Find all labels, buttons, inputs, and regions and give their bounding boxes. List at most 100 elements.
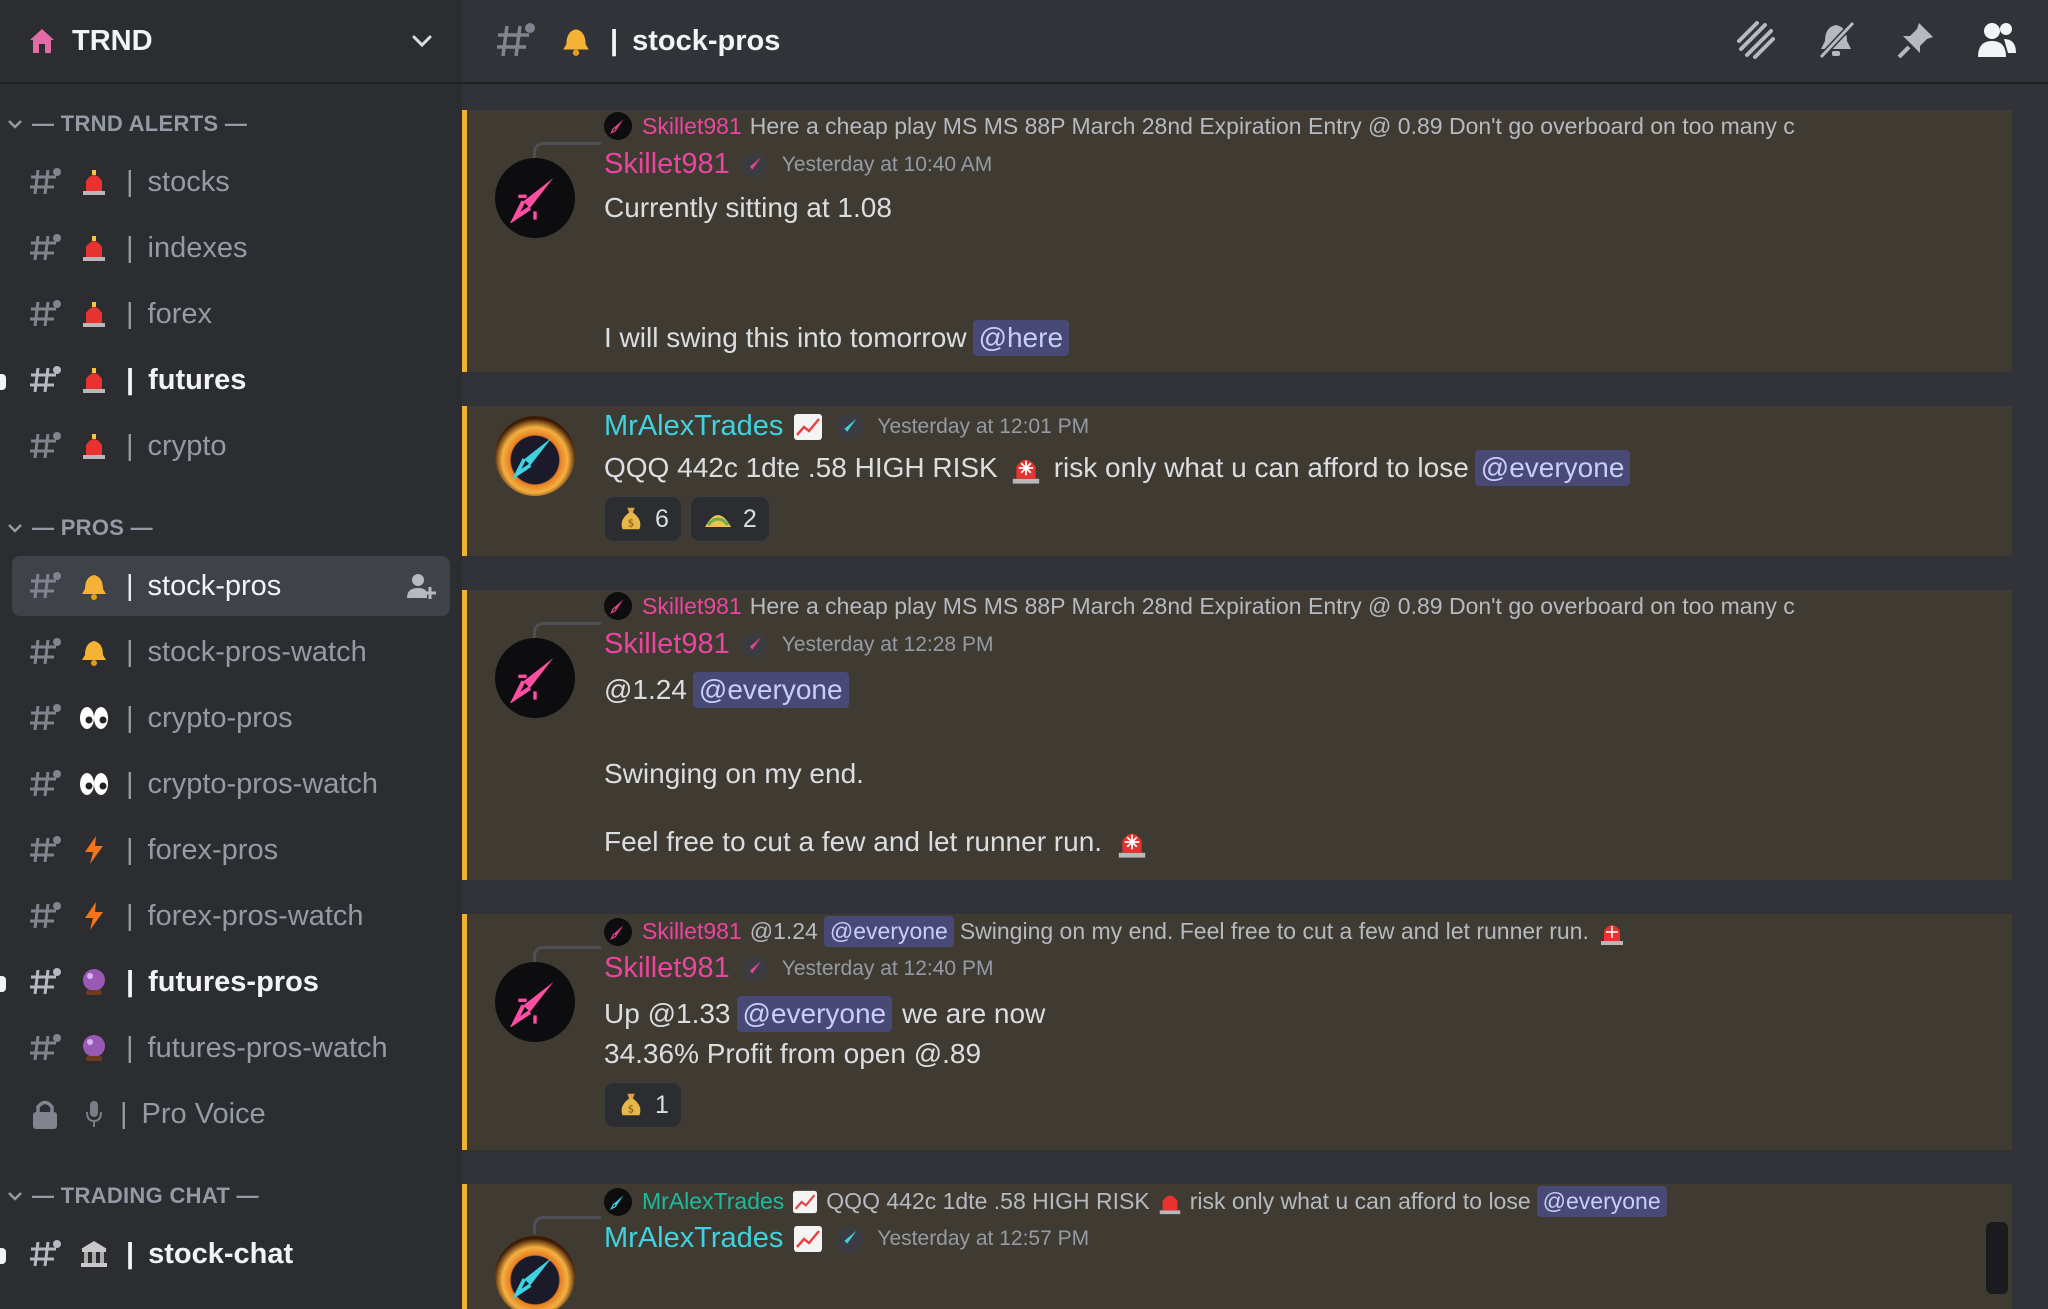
money-bag-icon: $ [617, 1091, 645, 1119]
siren-icon [76, 362, 112, 398]
hashtag-icon [30, 432, 61, 459]
lightning-icon [76, 832, 112, 868]
message-text: Swinging on my end. [604, 758, 864, 789]
reply-author[interactable]: MrAlexTrades [642, 1188, 784, 1215]
user-avatar[interactable] [495, 962, 575, 1042]
hashtag-icon [30, 234, 61, 261]
channel-stock-chat[interactable]: | stock-chat [0, 1224, 450, 1284]
reply-author[interactable]: Skillet981 [642, 593, 742, 620]
pin-icon[interactable] [1894, 18, 1938, 62]
author-name[interactable]: Skillet981 [604, 628, 730, 661]
author-name[interactable]: Skillet981 [604, 952, 730, 985]
reaction-money-bag[interactable]: $1 [604, 1082, 682, 1128]
channel-name: stock-pros [147, 569, 282, 602]
siren-icon [76, 230, 112, 266]
notification-mute-icon[interactable] [1814, 18, 1858, 62]
message-5[interactable]: MrAlexTrades QQQ 442c 1dte .58 HIGH RISK… [462, 1184, 2012, 1309]
mention-everyone[interactable]: @everyone [1536, 1186, 1667, 1217]
message-text: I will swing this into tomorrow @here [604, 320, 1070, 356]
scrollbar-thumb[interactable] [1986, 1222, 2008, 1294]
message-text: QQQ 442c 1dte .58 HIGH RISK risk only wh… [604, 450, 1631, 486]
channel-crypto-pros[interactable]: | crypto-pros [12, 688, 450, 748]
mention-everyone[interactable]: @everyone [823, 916, 954, 947]
hashtag-icon [30, 1240, 61, 1267]
mention-everyone[interactable]: @everyone [692, 672, 849, 708]
timestamp: Yesterday at 12:28 PM [781, 632, 994, 656]
siren-icon [1008, 450, 1044, 486]
rocket-avatar-icon [604, 112, 632, 140]
category-trading-chat[interactable]: — TRADING CHAT — [0, 1174, 462, 1218]
bell-icon [76, 634, 112, 670]
reply-preview[interactable]: MrAlexTrades QQQ 442c 1dte .58 HIGH RISK… [604, 1186, 1667, 1217]
user-avatar[interactable] [495, 416, 575, 496]
channel-forex[interactable]: | forex [12, 284, 450, 344]
hashtag-icon [30, 168, 61, 195]
author-name[interactable]: MrAlexTrades [604, 1222, 783, 1255]
message-3[interactable]: Skillet981 Here a cheap play MS MS 88P M… [462, 590, 2012, 880]
member-list-icon[interactable] [1974, 18, 2018, 62]
channel-name: futures-pros-watch [147, 1031, 388, 1064]
timestamp: Yesterday at 10:40 AM [781, 152, 993, 176]
reply-author[interactable]: Skillet981 [642, 113, 742, 140]
threads-icon[interactable] [1734, 18, 1778, 62]
chart-increasing-icon [792, 1190, 818, 1214]
channel-forex-pros-watch[interactable]: | forex-pros-watch [12, 886, 450, 946]
author-name[interactable]: MrAlexTrades [604, 410, 783, 443]
unread-indicator [0, 976, 6, 992]
unread-indicator [0, 374, 6, 390]
house-icon [26, 25, 58, 57]
user-avatar[interactable] [495, 158, 575, 238]
channel-forex-pros[interactable]: | forex-pros [12, 820, 450, 880]
channel-stock-pros[interactable]: | stock-pros [12, 556, 450, 616]
reply-author[interactable]: Skillet981 [642, 918, 742, 945]
chevron-down-icon[interactable] [408, 27, 436, 55]
reply-preview[interactable]: Skillet981 Here a cheap play MS MS 88P M… [604, 112, 1795, 140]
reaction-money-bag[interactable]: $6 [604, 496, 682, 542]
channel-name: indexes [147, 231, 248, 264]
message-header: Skillet981 Yesterday at 12:40 PM [604, 952, 993, 985]
channel-crypto[interactable]: | crypto [12, 416, 450, 476]
reaction-taco[interactable]: 2 [689, 496, 770, 542]
channel-futures-pros-watch[interactable]: | futures-pros-watch [12, 1018, 450, 1078]
reply-text: Here a cheap play MS MS 88P March 28nd E… [749, 592, 1795, 619]
timestamp: Yesterday at 12:57 PM [877, 1226, 1090, 1250]
user-avatar[interactable] [495, 638, 575, 718]
server-header[interactable]: TRND [0, 0, 462, 84]
reply-preview[interactable]: Skillet981 Here a cheap play MS MS 88P M… [604, 592, 1795, 620]
hashtag-icon [30, 968, 61, 995]
category-pros[interactable]: — PROS — [0, 506, 462, 550]
message-header: Skillet981 Yesterday at 12:28 PM [604, 628, 993, 661]
channel-indexes[interactable]: | indexes [12, 218, 450, 278]
reply-connector [533, 622, 601, 640]
category-label: — TRND ALERTS — [32, 111, 248, 136]
channel-crypto-pros-watch[interactable]: | crypto-pros-watch [12, 754, 450, 814]
reply-preview[interactable]: Skillet981 @1.24 @everyone Swinging on m… [604, 916, 1627, 947]
hashtag-icon [30, 902, 61, 929]
message-4[interactable]: Skillet981 @1.24 @everyone Swinging on m… [462, 914, 2012, 1150]
hashtag-icon [30, 1034, 61, 1061]
user-avatar[interactable] [495, 1236, 575, 1309]
reactions: $1 [604, 1082, 682, 1128]
taco-icon [703, 507, 733, 531]
lock-icon [33, 1100, 57, 1129]
add-member-icon[interactable] [406, 571, 436, 601]
rocket-avatar-icon [604, 592, 632, 620]
channel-sidebar: TRND — TRND ALERTS — | stocks | indexes … [0, 0, 462, 1309]
category-trnd-alerts[interactable]: — TRND ALERTS — [0, 102, 462, 146]
channel-name: forex-pros [147, 833, 279, 866]
chart-increasing-icon [793, 1224, 823, 1254]
message-text: Up @1.33 @everyone we are now [604, 996, 1045, 1032]
channel-futures-pros[interactable]: | futures-pros [0, 952, 450, 1012]
channel-pro-voice[interactable]: | Pro Voice [12, 1084, 450, 1144]
channel-futures[interactable]: | futures [0, 350, 450, 410]
message-2[interactable]: MrAlexTrades Yesterday at 12:01 PM QQQ 4… [462, 406, 2012, 556]
message-1[interactable]: Skillet981 Here a cheap play MS MS 88P M… [462, 110, 2012, 372]
rocket-badge-icon [740, 150, 770, 180]
channel-stock-pros-watch[interactable]: | stock-pros-watch [12, 622, 450, 682]
message-text: Feel free to cut a few and let runner ru… [604, 824, 1150, 860]
author-name[interactable]: Skillet981 [604, 148, 730, 181]
mention-here[interactable]: @here [972, 320, 1070, 356]
channel-stocks[interactable]: | stocks [12, 152, 450, 212]
mention-everyone[interactable]: @everyone [736, 996, 893, 1032]
mention-everyone[interactable]: @everyone [1474, 450, 1631, 486]
